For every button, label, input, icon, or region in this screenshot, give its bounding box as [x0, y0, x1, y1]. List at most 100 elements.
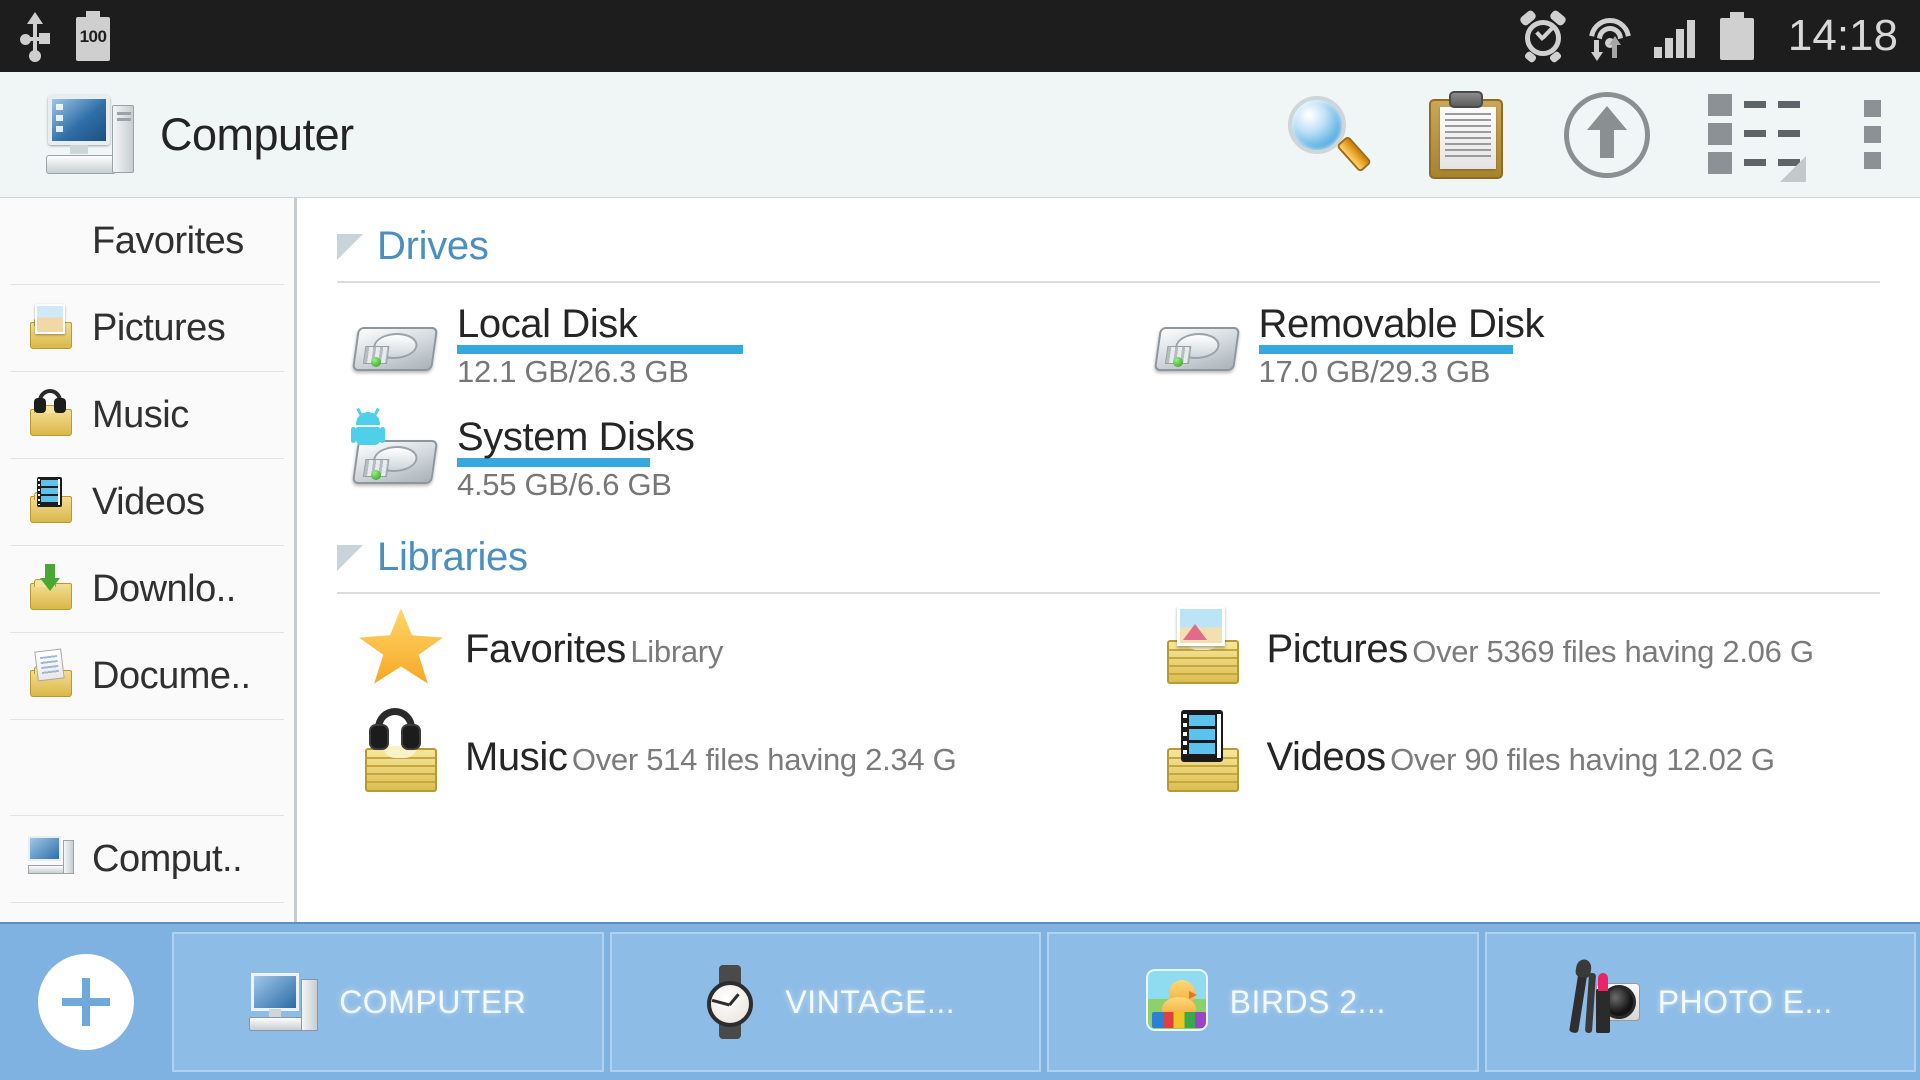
drive-name: System Disks: [457, 415, 695, 459]
status-bar-left: 100: [20, 11, 110, 62]
library-item-music[interactable]: Music Over 514 files having 2.34 G: [337, 702, 1079, 810]
usb-icon: [20, 12, 50, 62]
drive-item-removable-disk[interactable]: Removable Disk 17.0 GB/29.3 GB: [1139, 283, 1880, 396]
taskbar-tab-label: VINTAGE...: [785, 983, 956, 1020]
file-manager-app: 100 14:18 Computer Favorites Pictures Mu…: [0, 0, 1920, 1080]
android-disk-icon: [349, 407, 441, 488]
library-name: Music: [465, 735, 568, 779]
search-icon[interactable]: [1284, 93, 1372, 177]
section-header-libraries[interactable]: Libraries: [337, 509, 1880, 586]
downloads-folder-icon: [28, 564, 74, 612]
drive-name: Removable Disk: [1258, 302, 1545, 346]
toolbar-title-group[interactable]: Computer: [46, 93, 354, 177]
drive-size-text: 17.0 GB/29.3 GB: [1258, 354, 1491, 389]
computer-icon: [249, 965, 323, 1039]
section-header-drives[interactable]: Drives: [337, 198, 1880, 275]
section-title: Libraries: [377, 535, 528, 579]
taskbar: COMPUTER VINTAGE... BIRDS 2... PHOTO E..…: [0, 922, 1920, 1080]
status-bar-right: 14:18: [1518, 9, 1898, 64]
list-view-icon[interactable]: [1708, 93, 1806, 182]
sidebar-item-documents[interactable]: Docume..: [10, 633, 284, 720]
sidebar-item-label: Downlo..: [92, 567, 236, 610]
sidebar-item-pictures[interactable]: Pictures: [10, 285, 284, 372]
sidebar-item-music[interactable]: Music: [10, 372, 284, 459]
clock-text: 14:18: [1787, 11, 1898, 60]
plus-icon: [38, 954, 134, 1050]
sidebar-item-label: Pictures: [92, 306, 226, 349]
status-bar: 100 14:18: [0, 0, 1920, 72]
alarm-icon: [1518, 9, 1568, 64]
signal-icon: [1653, 14, 1700, 58]
app-body: Favorites Pictures Music Videos Downlo..…: [0, 198, 1920, 922]
computer-icon: [28, 836, 74, 882]
sidebar-divider: [10, 720, 284, 816]
libraries-grid: Favorites Library Pictures Over 5369 fil…: [337, 594, 1880, 810]
documents-folder-icon: [28, 648, 74, 699]
toolbar-actions: [1284, 90, 1892, 182]
drive-usage-bar: [1258, 345, 1880, 354]
videos-folder-icon: [28, 477, 74, 525]
taskbar-tab-computer[interactable]: COMPUTER: [172, 932, 604, 1072]
videos-library-icon: [1159, 710, 1251, 796]
battery-icon: 100: [76, 11, 110, 61]
drive-usage-bar: [457, 345, 1079, 354]
drive-name: Local Disk: [457, 302, 638, 346]
add-tab-button[interactable]: [0, 924, 172, 1080]
drive-size-text: 4.55 GB/6.6 GB: [457, 467, 672, 502]
star-icon: [28, 218, 74, 264]
library-name: Videos: [1266, 735, 1387, 779]
library-item-favorites[interactable]: Favorites Library: [337, 594, 1079, 702]
drive-item-system-disks[interactable]: System Disks 4.55 GB/6.6 GB: [337, 396, 1079, 509]
taskbar-tab-label: BIRDS 2...: [1229, 983, 1386, 1020]
sidebar-item-downloads[interactable]: Downlo..: [10, 546, 284, 633]
battery-level-text: 100: [79, 27, 107, 46]
page-title: Computer: [160, 108, 354, 160]
sidebar-item-computer[interactable]: Comput..: [10, 816, 284, 903]
hard-disk-icon: [1151, 301, 1243, 375]
library-subtitle: Over 90 files having 12.02 G: [1390, 742, 1775, 777]
taskbar-tab-photo-editor[interactable]: PHOTO E...: [1484, 932, 1916, 1072]
up-arrow-icon[interactable]: [1564, 91, 1650, 178]
sidebar: Favorites Pictures Music Videos Downlo..…: [0, 198, 297, 922]
taskbar-tab-label: COMPUTER: [339, 983, 527, 1020]
birds-app-icon: [1140, 965, 1214, 1039]
overflow-menu-icon[interactable]: [1862, 100, 1882, 169]
taskbar-tab-label: PHOTO E...: [1657, 983, 1833, 1020]
battery-full-icon: [1719, 12, 1754, 60]
computer-icon: [46, 93, 138, 177]
taskbar-tabs: COMPUTER VINTAGE... BIRDS 2... PHOTO E..…: [172, 924, 1920, 1080]
clipboard-icon[interactable]: [1426, 90, 1506, 179]
app-toolbar: Computer: [0, 72, 1920, 198]
drives-grid: Local Disk 12.1 GB/26.3 GB Removable Dis…: [337, 283, 1880, 509]
collapse-triangle-icon: [337, 233, 363, 260]
music-library-icon: [357, 708, 449, 796]
sidebar-item-label: Music: [92, 393, 189, 436]
sidebar-item-favorites[interactable]: Favorites: [10, 198, 284, 285]
library-item-pictures[interactable]: Pictures Over 5369 files having 2.06 G: [1139, 594, 1881, 702]
library-subtitle: Library: [630, 634, 724, 669]
library-name: Pictures: [1266, 627, 1409, 671]
sidebar-item-label: Docume..: [92, 654, 251, 697]
sidebar-item-label: Favorites: [92, 219, 244, 262]
photo-editor-icon: [1568, 965, 1642, 1039]
drive-size-text: 12.1 GB/26.3 GB: [457, 354, 689, 389]
hard-disk-icon: [349, 301, 441, 375]
sidebar-item-label: Videos: [92, 480, 205, 523]
library-subtitle: Over 514 files having 2.34 G: [571, 742, 957, 777]
section-title: Drives: [377, 224, 489, 268]
drive-usage-bar: [457, 458, 1079, 467]
star-library-icon: [357, 608, 449, 688]
taskbar-tab-birds[interactable]: BIRDS 2...: [1047, 932, 1479, 1072]
sidebar-item-label: Comput..: [92, 837, 243, 880]
wifi-icon: [1586, 12, 1634, 61]
music-folder-icon: [28, 389, 74, 438]
library-subtitle: Over 5369 files having 2.06 G: [1412, 634, 1814, 669]
drive-item-local-disk[interactable]: Local Disk 12.1 GB/26.3 GB: [337, 283, 1079, 396]
taskbar-tab-vintage[interactable]: VINTAGE...: [609, 932, 1041, 1072]
library-name: Favorites: [465, 627, 626, 671]
collapse-triangle-icon: [337, 544, 363, 571]
watch-icon: [695, 965, 769, 1039]
sidebar-item-videos[interactable]: Videos: [10, 459, 284, 546]
library-item-videos[interactable]: Videos Over 90 files having 12.02 G: [1139, 702, 1881, 810]
main-content: Drives Local Disk 12.1 GB/26.3 GB Remova…: [297, 198, 1920, 922]
